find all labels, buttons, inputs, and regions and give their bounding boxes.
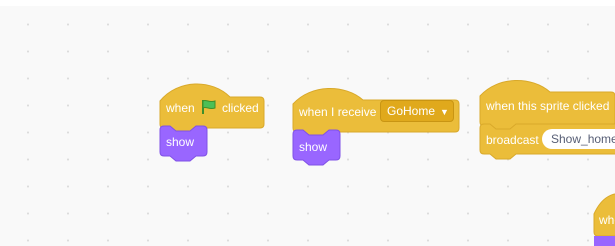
show-label: show [166, 135, 195, 149]
show-label: show [299, 140, 328, 154]
when-flag-clicked-block[interactable]: when clicked [159, 79, 265, 134]
partial-hat-block[interactable]: whe [593, 192, 615, 246]
green-flag-icon [202, 99, 216, 114]
partial-when-label: whe [599, 213, 615, 227]
clicked-label: clicked [222, 101, 259, 115]
when-i-receive-block[interactable]: when I receive GoHome ▼ [292, 84, 460, 138]
chevron-down-icon: ▼ [440, 107, 449, 117]
broadcast-label: broadcast [486, 133, 539, 147]
when-i-receive-label: when I receive [299, 105, 377, 119]
workspace-top-edge [0, 0, 615, 6]
broadcast-message-input[interactable]: Show_home [542, 129, 615, 149]
message-value: GoHome [387, 104, 436, 118]
message-dropdown[interactable]: GoHome ▼ [380, 100, 454, 122]
when-this-sprite-clicked-label: when this sprite clicked [486, 99, 610, 113]
show-block[interactable]: show [159, 125, 208, 162]
when-this-sprite-clicked-block[interactable]: when this sprite clicked [479, 76, 615, 132]
broadcast-message-value: Show_home [551, 132, 615, 146]
show-block[interactable]: show [292, 129, 341, 166]
when-label: when [166, 101, 195, 115]
broadcast-block[interactable]: broadcast Show_home [479, 123, 615, 160]
